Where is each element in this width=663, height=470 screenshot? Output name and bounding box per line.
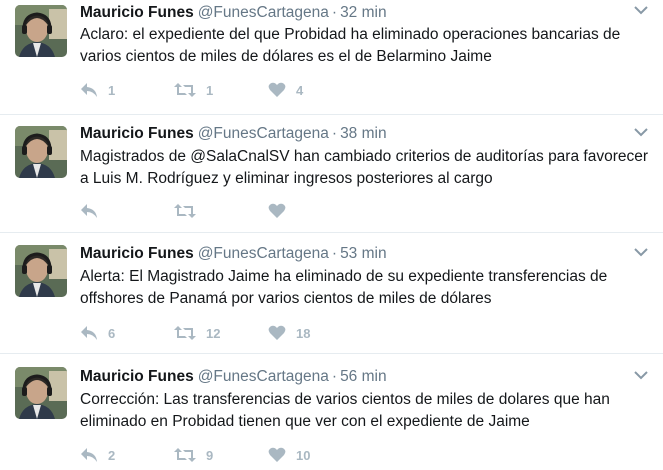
tweet-text: Alerta: El Magistrado Jaime ha eliminado… (80, 268, 608, 307)
tweet-text: Magistrados de @SalaCnalSV han cambiado … (80, 148, 649, 187)
tweet-header: Mauricio Funes @FunesCartagena · 56 min (80, 367, 387, 387)
reply-count: 2 (108, 447, 116, 463)
author-name[interactable]: Mauricio Funes (80, 125, 194, 142)
tweet[interactable]: Mauricio Funes @FunesCartagena · 56 min Cor… (0, 354, 663, 470)
retweet-icon (174, 203, 196, 219)
tweet-timeline: Mauricio Funes @FunesCartagena · 32 min Acl… (0, 0, 663, 470)
like-button[interactable]: 10 (268, 447, 362, 463)
tweet-actions: 1 1 4 (80, 80, 362, 100)
author-name[interactable]: Mauricio Funes (80, 245, 194, 262)
chevron-down-icon[interactable] (633, 2, 649, 18)
tweet[interactable]: Mauricio Funes @FunesCartagena · 38 min Mag… (0, 115, 663, 233)
retweet-button[interactable]: 1 (174, 82, 268, 98)
tweet-actions: 2 9 10 (80, 445, 362, 465)
separator: · (331, 125, 338, 142)
timestamp[interactable]: 53 min (340, 245, 387, 262)
avatar[interactable] (15, 367, 67, 419)
reply-icon (80, 325, 98, 341)
avatar[interactable] (15, 126, 67, 178)
reply-count: 1 (108, 82, 116, 98)
like-count: 18 (296, 325, 311, 341)
author-name[interactable]: Mauricio Funes (80, 4, 194, 21)
tweet[interactable]: Mauricio Funes @FunesCartagena · 53 min Ale… (0, 233, 663, 354)
retweet-count: 9 (206, 447, 214, 463)
author-handle[interactable]: @FunesCartagena (198, 4, 329, 21)
retweet-icon (174, 447, 196, 463)
chevron-down-icon[interactable] (633, 244, 649, 260)
tweet-text: Corrección: Las transferencias de varios… (80, 391, 610, 430)
author-name[interactable]: Mauricio Funes (80, 368, 194, 385)
retweet-button[interactable]: 12 (174, 325, 268, 341)
tweet[interactable]: Mauricio Funes @FunesCartagena · 32 min Acl… (0, 0, 663, 115)
author-handle[interactable]: @FunesCartagena (198, 125, 329, 142)
retweet-icon (174, 325, 196, 341)
tweet-header: Mauricio Funes @FunesCartagena · 38 min (80, 124, 387, 144)
separator: · (331, 368, 338, 385)
reply-button[interactable]: 6 (80, 325, 174, 341)
like-button[interactable]: 4 (268, 82, 362, 98)
tweet-actions: 6 12 18 (80, 323, 362, 343)
author-handle[interactable]: @FunesCartagena (198, 368, 329, 385)
retweet-count: 1 (206, 82, 214, 98)
like-button[interactable]: 18 (268, 325, 362, 341)
separator: · (331, 4, 338, 21)
avatar[interactable] (15, 5, 67, 57)
heart-icon (268, 447, 286, 463)
avatar[interactable] (15, 245, 67, 297)
tweet-actions (80, 201, 362, 221)
chevron-down-icon[interactable] (633, 124, 649, 140)
like-count: 4 (296, 82, 304, 98)
author-handle[interactable]: @FunesCartagena (198, 245, 329, 262)
retweet-button[interactable]: 9 (174, 447, 268, 463)
heart-icon (268, 82, 286, 98)
reply-button[interactable]: 2 (80, 447, 174, 463)
reply-button[interactable] (80, 203, 174, 219)
tweet-text: Aclaro: el expediente del que Probidad h… (80, 26, 621, 65)
reply-button[interactable]: 1 (80, 82, 174, 98)
heart-icon (268, 325, 286, 341)
timestamp[interactable]: 38 min (340, 125, 387, 142)
tweet-header: Mauricio Funes @FunesCartagena · 32 min (80, 3, 387, 23)
like-button[interactable] (268, 203, 362, 219)
heart-icon (268, 203, 286, 219)
reply-icon (80, 447, 98, 463)
reply-count: 6 (108, 325, 116, 341)
reply-icon (80, 82, 98, 98)
retweet-icon (174, 82, 196, 98)
separator: · (331, 245, 338, 262)
retweet-count: 12 (206, 325, 221, 341)
tweet-header: Mauricio Funes @FunesCartagena · 53 min (80, 244, 387, 264)
retweet-button[interactable] (174, 203, 268, 219)
reply-icon (80, 203, 98, 219)
timestamp[interactable]: 56 min (340, 368, 387, 385)
like-count: 10 (296, 447, 311, 463)
timestamp[interactable]: 32 min (340, 4, 387, 21)
chevron-down-icon[interactable] (633, 367, 649, 383)
